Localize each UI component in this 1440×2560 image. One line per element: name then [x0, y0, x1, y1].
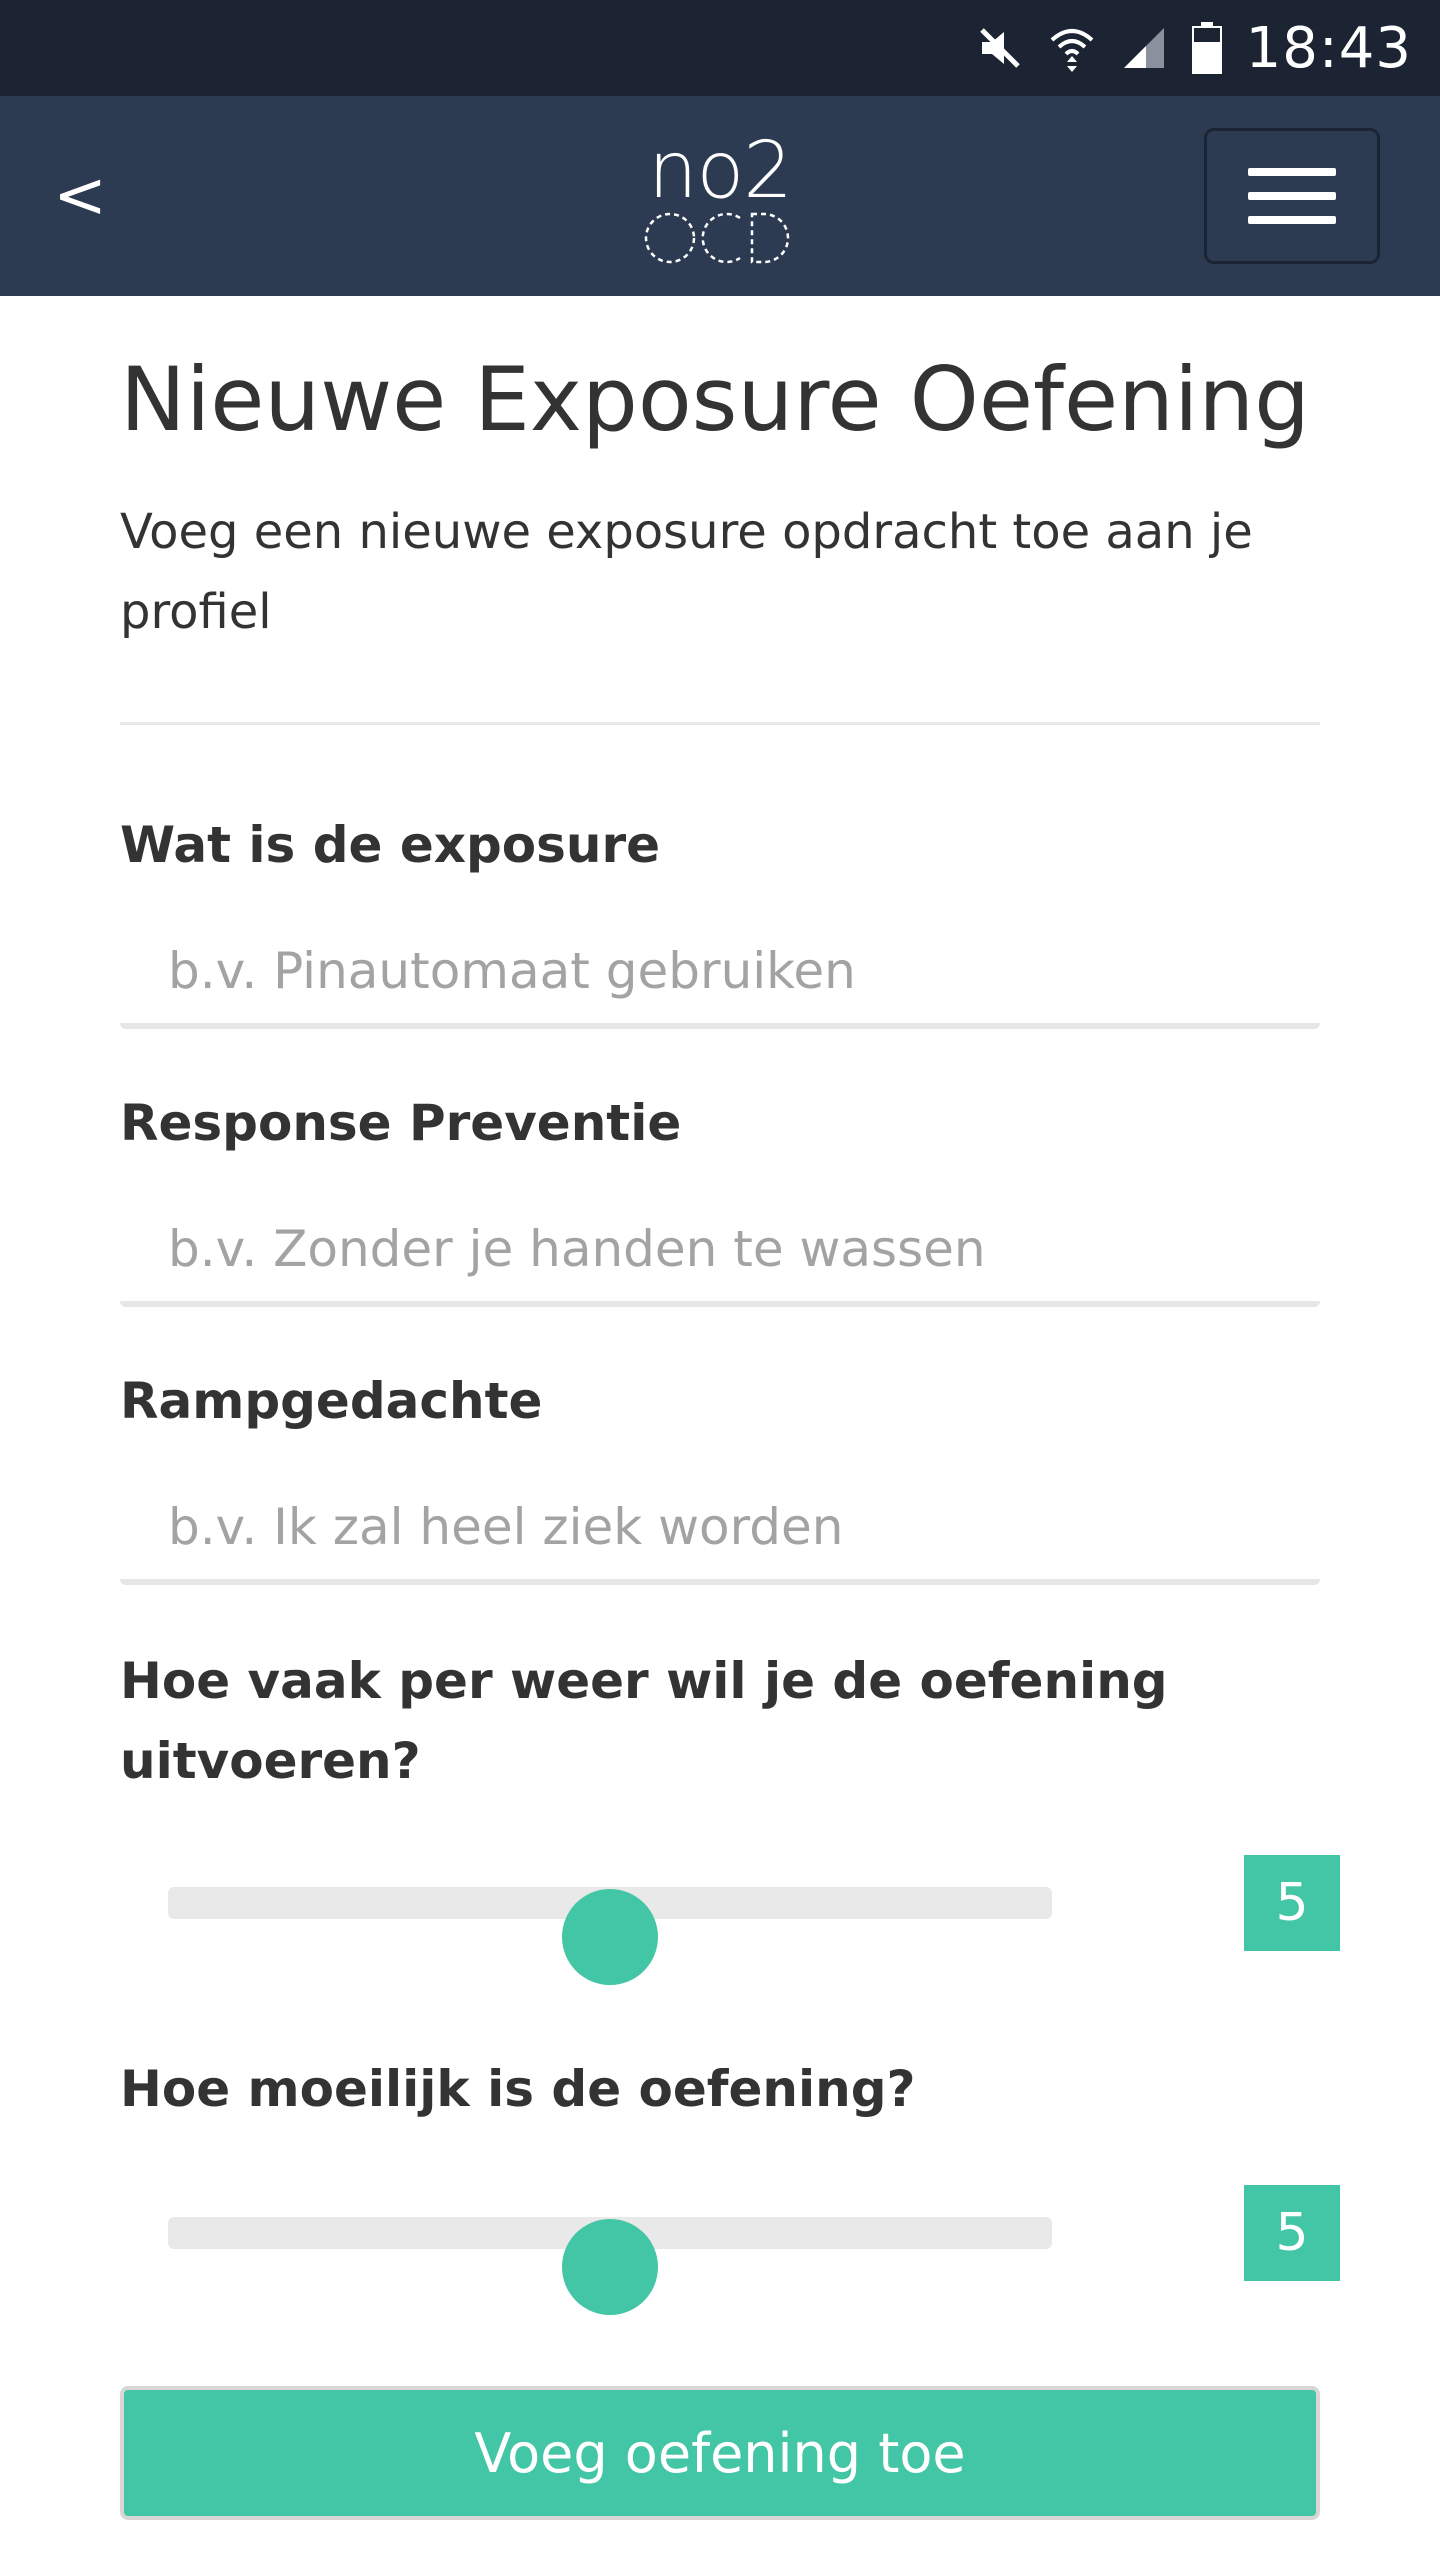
- frequency-slider-row: 5: [120, 1853, 1340, 1985]
- logo-text-top: no2: [648, 126, 793, 216]
- response-prevention-input[interactable]: [120, 1197, 1320, 1307]
- status-icons: 18:43: [976, 0, 1412, 96]
- difficulty-slider-track[interactable]: [168, 2217, 1052, 2315]
- signal-icon: [1120, 24, 1168, 72]
- difficulty-slider-row: 5: [120, 2183, 1340, 2315]
- page-subtitle: Voeg een nieuwe exposure opdracht toe aa…: [120, 504, 1253, 640]
- status-bar: 18:43: [0, 0, 1440, 96]
- exposure-label: Wat is de exposure: [120, 816, 661, 874]
- add-exercise-button[interactable]: Voeg oefening toe: [120, 2386, 1320, 2520]
- frequency-label: Hoe vaak per weer wil je de oefening uit…: [120, 1652, 1168, 1790]
- page-title: Nieuwe Exposure Oefening: [120, 348, 1311, 451]
- hamburger-menu-icon: [1248, 168, 1336, 176]
- app-logo: no2: [640, 126, 800, 264]
- app-header: < no2: [0, 96, 1440, 296]
- main-content: Nieuwe Exposure Oefening Voeg een nieuwe…: [120, 296, 1340, 2315]
- mute-icon: [976, 24, 1024, 72]
- difficulty-value-badge: 5: [1244, 2185, 1340, 2281]
- frequency-value-badge: 5: [1244, 1855, 1340, 1951]
- frequency-slider-thumb[interactable]: [562, 1889, 658, 1985]
- exposure-input[interactable]: [120, 919, 1320, 1029]
- disaster-thought-label: Rampgedachte: [120, 1372, 543, 1430]
- battery-icon: [1191, 22, 1222, 74]
- response-prevention-label: Response Preventie: [120, 1094, 682, 1152]
- disaster-thought-input[interactable]: [120, 1475, 1320, 1585]
- difficulty-label: Hoe moeilijk is de oefening?: [120, 2060, 916, 2118]
- menu-button[interactable]: [1204, 128, 1380, 264]
- frequency-slider-track[interactable]: [168, 1887, 1052, 1985]
- status-time: 18:43: [1245, 15, 1412, 81]
- logo-text-bottom: [640, 208, 800, 272]
- back-button[interactable]: <: [30, 146, 130, 246]
- wifi-icon: [1048, 24, 1096, 72]
- difficulty-slider-thumb[interactable]: [562, 2219, 658, 2315]
- divider: [120, 722, 1320, 725]
